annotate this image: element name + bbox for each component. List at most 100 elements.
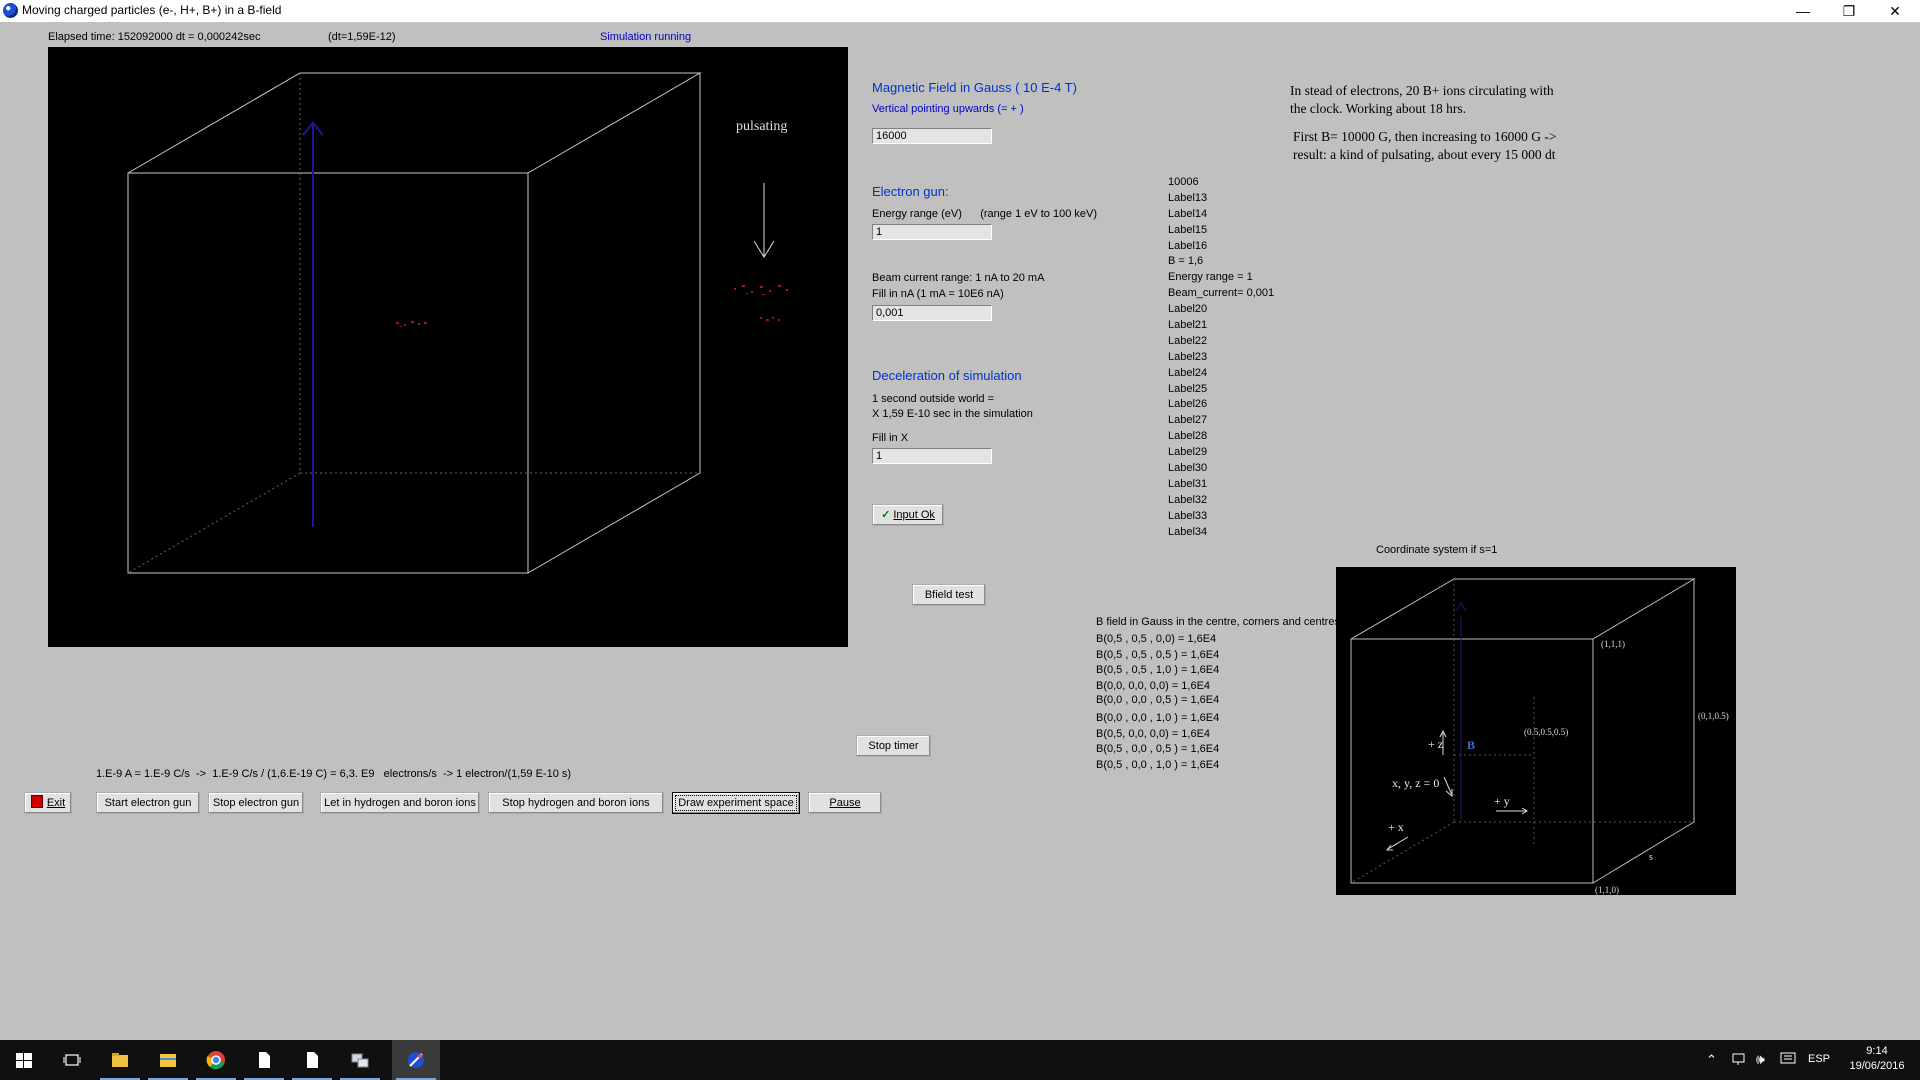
taskbar-app-simulation[interactable] — [392, 1040, 440, 1080]
coord-label-side: (0,1,0.5) — [1698, 711, 1729, 721]
label-item: 10006 — [1168, 176, 1199, 188]
label-item: Label14 — [1168, 207, 1208, 220]
coord-label-110: (1,1,0) — [1595, 885, 1619, 895]
start-electron-gun-button[interactable]: Start electron gun — [96, 792, 200, 814]
bfield-row: B(0,5, 0,0, 0,0) = 1,6E4 — [1096, 727, 1211, 740]
coord-front-face — [1350, 638, 1594, 884]
stop-timer-button[interactable]: Stop timer — [856, 735, 931, 757]
bfield-list-header: B field in Gauss in the centre, corners … — [1096, 616, 1350, 628]
coord-label-111: (1,1,1) — [1601, 639, 1625, 649]
deceleration-fill-label: Fill in X — [872, 432, 909, 444]
beam-current-input[interactable] — [872, 305, 992, 321]
particles-main — [396, 321, 427, 327]
task-view-icon — [63, 1054, 81, 1066]
coord-plus-x: + x — [1388, 820, 1404, 834]
beam-fill-label: Fill in nA (1 mA = 10E6 nA) — [872, 288, 1004, 300]
taskbar: ⌃ 🕪 ESP 9:14 19/06/2016 — [0, 1040, 1920, 1080]
coord-plus-z: + z — [1428, 737, 1443, 751]
label-column: 10006 Label13 Label14 Label15 Label16 B … — [1168, 175, 1274, 540]
network-icon[interactable] — [1732, 1052, 1748, 1066]
coord-origin-label: x, y, z = 0 — [1392, 776, 1439, 790]
volume-icon[interactable]: 🕪 — [1756, 1051, 1765, 1068]
label-item: Label24 — [1168, 366, 1208, 379]
bfield-row: B(0,0, 0,0, 0,0) = 1,6E4 — [1096, 679, 1211, 692]
label-item: Label30 — [1168, 462, 1208, 475]
taskbar-app-file-explorer[interactable] — [144, 1040, 192, 1080]
taskbar-app-network[interactable] — [336, 1040, 384, 1080]
notes-block: In stead of electrons, 20 B+ ions circul… — [1290, 82, 1556, 164]
taskbar-app-document-2[interactable] — [288, 1040, 336, 1080]
deceleration-line2: X 1,59 E-10 sec in the simulation — [872, 408, 1033, 420]
note-line: the clock. Working about 18 hrs. — [1290, 101, 1467, 116]
energy-range-input[interactable] — [872, 224, 992, 240]
simulation-canvas: pulsating — [48, 47, 848, 647]
clock[interactable]: 9:14 19/06/2016 — [1842, 1044, 1912, 1074]
label-item: Label27 — [1168, 414, 1208, 427]
label-item: Label15 — [1168, 223, 1208, 236]
coord-right-face — [1592, 579, 1695, 884]
chrome-icon — [206, 1051, 225, 1070]
clock-date: 19/06/2016 — [1849, 1060, 1905, 1072]
cube-top-face — [127, 72, 702, 174]
label-item: Label13 — [1168, 191, 1208, 204]
app-icon — [3, 3, 18, 18]
bfield-row: B(0,5 , 0,5 , 0,0) = 1,6E4 — [1096, 633, 1217, 645]
stop-electron-gun-button[interactable]: Stop electron gun — [208, 792, 304, 814]
title-bar: Moving charged particles (e-, H+, B+) in… — [0, 0, 1920, 22]
let-in-ions-button[interactable]: Let in hydrogen and boron ions — [320, 792, 480, 814]
task-view-button[interactable] — [48, 1040, 96, 1080]
magnetic-field-subheading: Vertical pointing upwards (= + ) — [872, 103, 1024, 115]
bfield-test-button[interactable]: Bfield test — [912, 584, 986, 606]
magnetic-field-heading: Magnetic Field in Gauss ( 10 E-4 T) — [872, 80, 1077, 95]
start-button[interactable] — [0, 1040, 48, 1080]
label-item: Label29 — [1168, 446, 1208, 459]
input-language[interactable]: ESP — [1808, 1053, 1830, 1065]
draw-experiment-space-button[interactable]: Draw experiment space — [672, 792, 800, 814]
deceleration-heading: Deceleration of simulation — [872, 368, 1022, 383]
label-item: Label25 — [1168, 382, 1208, 395]
exit-button[interactable]: Exit — [24, 792, 72, 814]
close-button[interactable]: ✕ — [1872, 0, 1918, 22]
experiment-space-drawing — [127, 72, 788, 574]
coordinate-canvas: (1,1,1) (0.5,0.5,0.5) (0,1,0.5) (1,1,0) … — [1336, 567, 1736, 895]
taskbar-app-chrome[interactable] — [192, 1040, 240, 1080]
energy-range-label: Energy range (eV) (range 1 eV to 100 keV… — [872, 208, 1098, 220]
show-hidden-icons[interactable]: ⌃ — [1706, 1052, 1717, 1068]
label-item: Label22 — [1168, 334, 1208, 347]
magnetic-field-input[interactable] — [872, 128, 992, 144]
cube-front-face — [127, 172, 529, 574]
coordinate-caption: Coordinate system if s=1 — [1376, 544, 1498, 556]
label-item: Label21 — [1168, 319, 1208, 332]
simulation-app-icon — [408, 1052, 424, 1068]
bfield-row: B(0,0 , 0,0 , 1,0 ) = 1,6E4 — [1096, 712, 1220, 724]
minimize-button[interactable]: — — [1780, 0, 1826, 22]
input-ok-button[interactable]: ✓ Input Ok — [872, 504, 944, 526]
deceleration-input[interactable] — [872, 448, 992, 464]
dt-label: (dt=1,59E-12) — [328, 31, 396, 43]
particles-pulsating — [734, 285, 788, 321]
taskbar-app-explorer-pinned[interactable] — [96, 1040, 144, 1080]
stop-ions-button[interactable]: Stop hydrogen and boron ions — [488, 792, 664, 814]
bfield-row: B(0,5 , 0,5 , 0,5 ) = 1,6E4 — [1096, 648, 1220, 661]
simulation-status: Simulation running — [600, 31, 692, 43]
pause-button[interactable]: Pause — [808, 792, 882, 814]
coord-top-face — [1350, 578, 1696, 640]
document-icon — [307, 1052, 318, 1068]
label-item: Label26 — [1168, 398, 1208, 411]
label-item: B = 1,6 — [1168, 255, 1204, 268]
windows-icon — [16, 1053, 32, 1068]
beam-current-label: Beam current range: 1 nA to 20 mA — [872, 272, 1045, 284]
label-item: Label33 — [1168, 509, 1208, 522]
label-item: Label32 — [1168, 493, 1208, 506]
coord-plus-y: + y — [1494, 794, 1510, 808]
notifications-icon[interactable] — [1780, 1052, 1796, 1066]
maximize-button[interactable]: ❐ — [1826, 0, 1872, 22]
document-icon — [259, 1052, 270, 1068]
cube-right-face — [527, 73, 701, 574]
computers-icon — [351, 1053, 369, 1068]
label-item: Label31 — [1168, 477, 1208, 490]
clock-time: 9:14 — [1866, 1045, 1888, 1057]
taskbar-app-document-1[interactable] — [240, 1040, 288, 1080]
coord-s-label: s — [1649, 852, 1653, 863]
bfield-row: B(0,5 , 0,0 , 0,5 ) = 1,6E4 — [1096, 743, 1220, 755]
